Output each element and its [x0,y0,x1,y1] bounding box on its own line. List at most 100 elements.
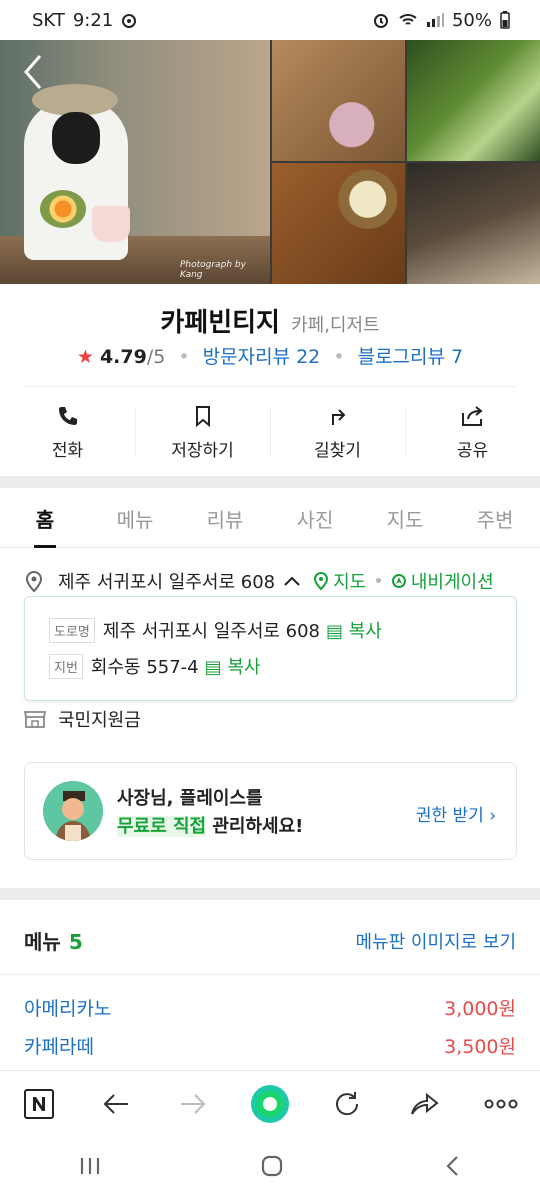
status-bar: SKT 9:21 50% [0,0,540,40]
copy-icon: ▤ [204,657,222,678]
main-photo[interactable]: Photograph by Kang [0,40,270,284]
navigation-icon [391,574,406,588]
more-button[interactable] [476,1079,526,1129]
photo-thumb-2[interactable]: my [407,40,540,161]
copy-icon: ▤ [326,621,344,642]
lot-address-line: 지번 회수동 557-4 ▤ 복사 [49,653,261,679]
notification-icon [122,14,137,28]
directions-button[interactable]: 길찾기 [270,396,405,468]
directions-icon [331,408,345,425]
time-text: 9:21 [72,9,114,31]
photo-thumb-4[interactable] [407,163,540,284]
home-button[interactable] [260,1154,284,1182]
copy-road-button[interactable]: ▤ 복사 [326,617,382,643]
green-dot-icon [250,1084,289,1123]
share-button[interactable]: 공유 [405,396,540,468]
chevron-left-icon [24,55,42,89]
menu-item[interactable]: 아메리카노 3,000원 [24,994,516,1021]
tab-menu[interactable]: 메뉴 [90,489,180,547]
back-button[interactable] [18,52,50,92]
owner-highlight: 무료로 직접 [117,816,207,837]
owner-illustration-icon [43,781,103,841]
section-separator [0,888,540,900]
tab-nearby[interactable]: 주변 [450,489,540,547]
browser-back-button[interactable] [91,1079,141,1129]
visitor-reviews-link[interactable]: 방문자리뷰 22 [203,346,321,368]
separator-dot: • [178,346,190,368]
naver-n-icon [23,1088,54,1119]
menu-item-name: 아메리카노 [24,998,112,1020]
browser-forward-button[interactable] [168,1079,218,1129]
copy-label: 복사 [227,657,261,678]
forward-share-icon [411,1092,439,1115]
system-nav-bar [0,1136,540,1200]
owner-line-2-rest: 관리하세요! [206,816,304,837]
star-icon: ★ [76,346,94,368]
place-title-row: 카페빈티지 카페,디저트 [0,302,540,339]
chevron-up-icon[interactable] [283,574,301,588]
photo-thumb-3[interactable] [272,163,405,284]
road-address-line: 도로명 제주 서귀포시 일주서로 608 ▤ 복사 [49,617,382,643]
tab-home[interactable]: 홈 [0,489,90,548]
navigation-link[interactable]: 내비게이션 [411,568,494,594]
alarm-icon [373,14,388,28]
save-button[interactable]: 저장하기 [135,396,270,468]
location-pin-icon [25,571,43,593]
photo-gallery[interactable]: Photograph by Kang my [0,40,540,284]
road-address-tag: 도로명 [49,617,95,643]
recent-apps-icon [81,1158,100,1174]
section-separator [0,476,540,488]
menu-item-name: 카페라떼 [24,1036,94,1058]
tab-reviews[interactable]: 리뷰 [180,489,270,547]
photo-thumb-1[interactable] [272,40,405,161]
menu-item-price: 3,000원 [444,998,516,1020]
chevron-left-icon [446,1156,458,1176]
photo-credit: Photograph by Kang [180,260,246,280]
lot-address-text: 회수동 557-4 [90,657,199,678]
share-page-button[interactable] [399,1079,449,1129]
arrow-left-icon [103,1093,128,1114]
address-row: 제주 서귀포시 일주서로 608 지도 • 내비게이션 [24,566,524,596]
lot-address-tag: 지번 [49,653,83,679]
get-permission-label: 권한 받기 [415,806,484,826]
share-icon [461,405,483,426]
green-dot-button[interactable] [245,1079,295,1129]
system-back-button[interactable] [443,1155,461,1181]
photo-flowers [40,190,86,228]
refresh-icon [336,1091,359,1115]
menu-image-link[interactable]: 메뉴판 이미지로 보기 [356,928,516,954]
owner-line-1: 사장님, 플레이스를 [117,788,263,809]
owner-avatar [43,781,103,841]
naver-home-button[interactable] [14,1079,64,1129]
get-permission-link[interactable]: 권한 받기 › [416,801,496,826]
tab-map[interactable]: 지도 [360,489,450,547]
road-address-text: 제주 서귀포시 일주서로 608 [102,621,321,642]
call-button[interactable]: 전화 [0,396,135,468]
tab-photos[interactable]: 사진 [270,489,360,547]
browser-toolbar [0,1070,540,1136]
menu-item-price: 3,500원 [444,1036,516,1058]
recent-apps-button[interactable] [79,1156,101,1180]
share-label: 공유 [456,440,489,461]
rating-value: 4.79 [99,346,147,368]
support-row: 국민지원금 [24,706,141,732]
refresh-button[interactable] [322,1079,372,1129]
store-icon [24,711,46,728]
menu-item[interactable]: 카페라떼 3,500원 [24,1032,516,1059]
separator-dot: • [373,570,384,592]
photo-face [52,112,100,164]
phone-icon [58,406,77,425]
tab-bar: 홈 메뉴 리뷰 사진 지도 주변 [0,489,540,548]
call-label: 전화 [51,440,84,461]
map-link[interactable]: 지도 [333,568,366,594]
blog-reviews-link[interactable]: 블로그리뷰 7 [358,346,464,368]
place-category: 카페,디저트 [291,315,380,336]
copy-lot-button[interactable]: ▤ 복사 [205,653,261,679]
action-bar: 전화 저장하기 길찾기 공유 [0,396,540,468]
menu-title: 메뉴 [24,930,61,954]
separator-dot: • [333,346,345,368]
owner-card[interactable]: 사장님, 플레이스를 무료로 직접 관리하세요! 권한 받기 › [24,762,517,860]
owner-line-2: 무료로 직접 관리하세요! [117,813,303,841]
app: SKT 9:21 50% Photograph by Kang 카페빈티지 카페… [0,0,540,1200]
copy-label: 복사 [348,621,382,642]
